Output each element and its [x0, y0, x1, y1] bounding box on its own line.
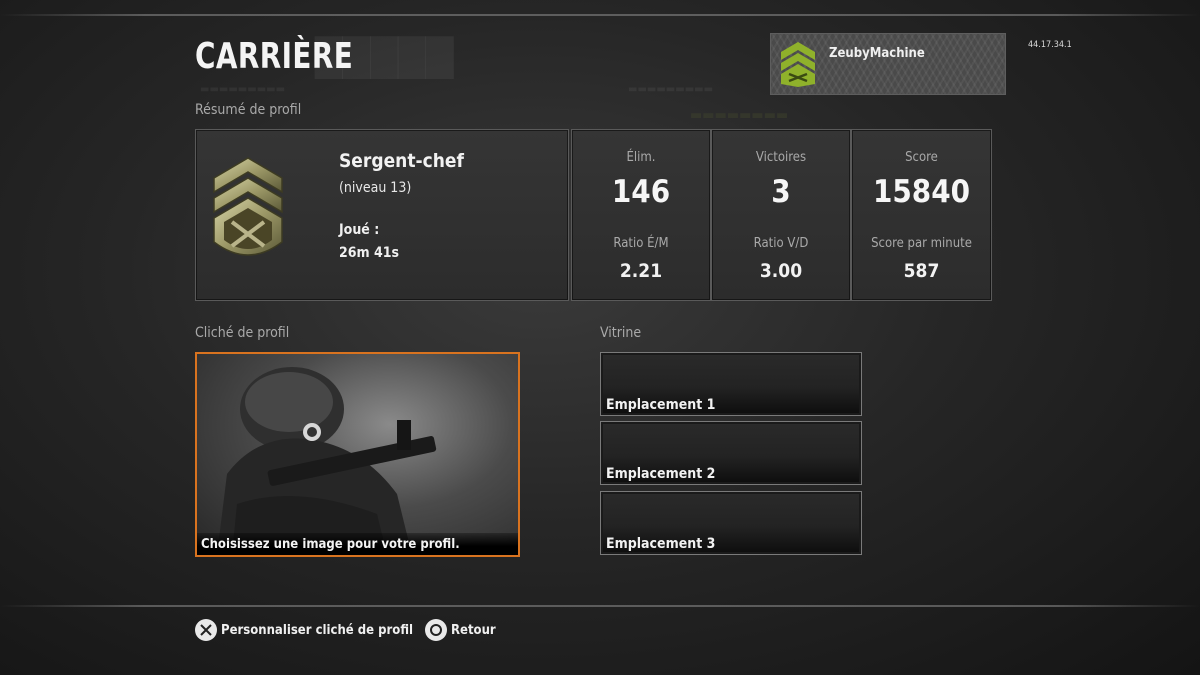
rank-panel: Sergent-chef (niveau 13) Joué : 26m 41s	[195, 129, 569, 301]
ghost-background-text: ▬▬▬▬▬▬▬▬	[690, 108, 789, 123]
page-title: CARRIÈRE	[195, 36, 354, 77]
score-stat-panel: Score 15840 Score par minute 587	[851, 129, 992, 301]
snapshot-caption: Choisissez une image pour votre profil.	[197, 533, 518, 555]
cross-button-icon	[195, 619, 217, 641]
soldier-snapshot-image	[217, 367, 437, 555]
slot-label: Emplacement 2	[606, 466, 716, 482]
showcase-slot-3[interactable]: Emplacement 3	[600, 491, 862, 555]
slot-label: Emplacement 1	[606, 397, 716, 413]
ghost-background-text: ▬▬▬▬▬▬▬▬▬	[628, 84, 714, 95]
circle-button-icon	[425, 619, 448, 641]
slot-label: Emplacement 3	[606, 536, 716, 552]
rank-level: (niveau 13)	[339, 180, 412, 196]
stat-sub-value: 587	[903, 260, 940, 282]
stat-value: 3	[771, 174, 791, 210]
stat-sub-title: Ratio É/M	[613, 236, 669, 251]
hint-label: Retour	[451, 622, 496, 638]
staff-sergeant-rank-icon	[213, 157, 283, 256]
played-label: Joué :	[339, 222, 380, 238]
stat-sub-title: Score par minute	[871, 236, 972, 251]
player-card: ZeubyMachine	[770, 33, 1006, 95]
stat-title: Score	[905, 150, 938, 165]
kills-stat-panel: Élim. 146 Ratio É/M 2.21	[571, 129, 711, 301]
showcase-slot-2[interactable]: Emplacement 2	[600, 421, 862, 485]
sergeant-chevron-icon	[781, 42, 815, 87]
showcase-label: Vitrine	[600, 325, 642, 341]
played-value: 26m 41s	[339, 245, 400, 261]
stat-value: 146	[611, 174, 671, 210]
button-hints: Personnaliser cliché de profil Retour	[195, 619, 508, 641]
back-hint[interactable]: Retour	[425, 619, 496, 641]
top-frame-line	[0, 14, 1200, 16]
profile-summary-label: Résumé de profil	[195, 102, 302, 118]
player-name: ZeubyMachine	[829, 46, 925, 61]
bottom-frame-line	[0, 605, 1200, 607]
stat-sub-value: 3.00	[759, 260, 803, 282]
profile-snapshot-card[interactable]: Choisissez une image pour votre profil.	[195, 352, 520, 557]
stat-title: Élim.	[626, 150, 656, 165]
stat-value: 15840	[872, 174, 971, 210]
hint-label: Personnaliser cliché de profil	[221, 622, 414, 638]
rank-name: Sergent-chef	[339, 150, 464, 172]
customize-snapshot-hint[interactable]: Personnaliser cliché de profil	[195, 619, 413, 641]
profile-snapshot-label: Cliché de profil	[195, 325, 290, 341]
stat-sub-title: Ratio V/D	[753, 236, 809, 251]
stat-sub-value: 2.21	[619, 260, 663, 282]
version-number: 44.17.34.1	[1028, 40, 1072, 50]
stat-title: Victoires	[755, 150, 807, 165]
ghost-background-text: ▬▬▬▬▬▬▬▬▬	[200, 84, 286, 95]
wins-stat-panel: Victoires 3 Ratio V/D 3.00	[711, 129, 851, 301]
showcase-slot-1[interactable]: Emplacement 1	[600, 352, 862, 416]
career-screen: █████ ▬▬▬▬▬▬▬▬▬ ▬▬▬▬▬▬▬▬▬ ▬▬▬▬▬▬▬▬ CARRI…	[0, 0, 1200, 675]
